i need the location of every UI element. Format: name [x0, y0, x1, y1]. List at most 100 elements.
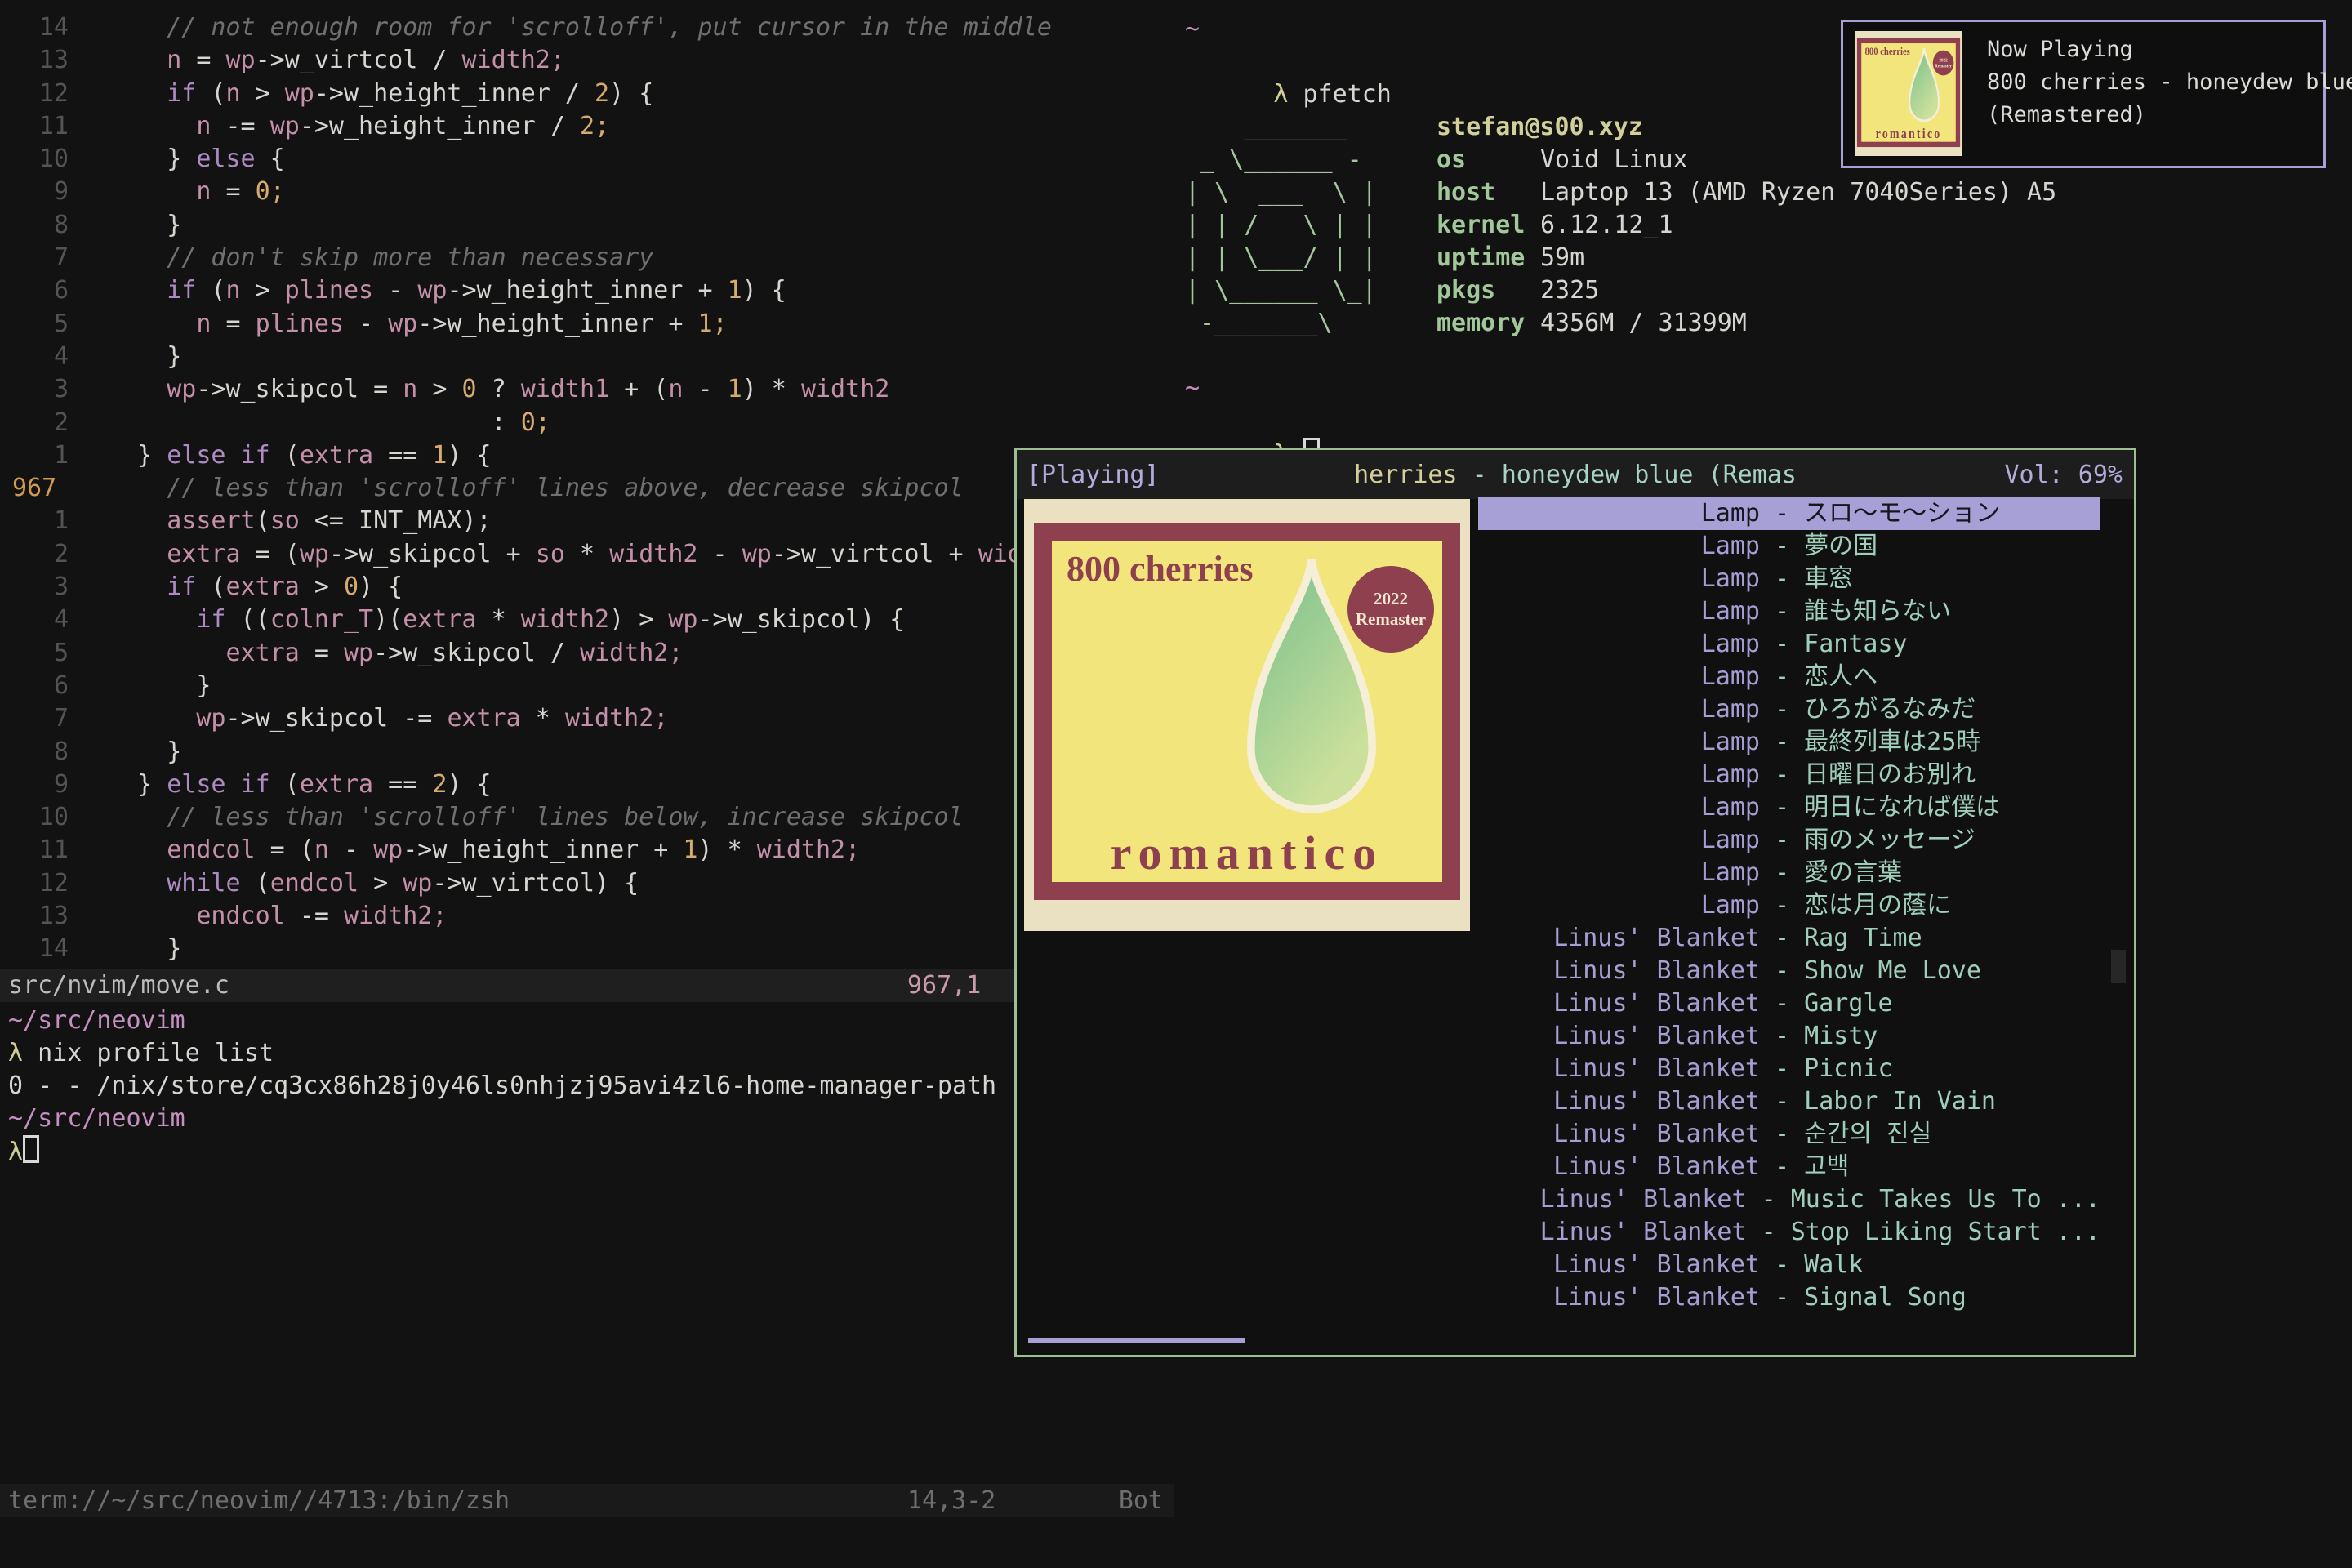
code-line[interactable]: 4 } [0, 341, 1174, 373]
playlist-row[interactable]: Lamp - 夢の国 [1478, 530, 2100, 563]
playlist-row[interactable]: Lamp - 日曜日のお別れ [1478, 759, 2100, 791]
playlist-row[interactable]: Lamp - 車窓 [1478, 563, 2100, 595]
track-title: - 恋は月の蔭に [1760, 889, 1951, 922]
code-line[interactable]: 10 // less than 'scrolloff' lines below,… [0, 801, 1174, 834]
code-line[interactable]: 6 if (n > plines - wp->w_height_inner + … [0, 274, 1174, 307]
playlist-scrollbar-thumb[interactable] [2111, 950, 2126, 983]
playlist-row[interactable]: Linus' Blanket - 순간의 진실 [1478, 1118, 2100, 1151]
track-title: - 誰も知らない [1760, 595, 1951, 628]
code-line[interactable]: 13 n = wp->w_virtcol / width2; [0, 44, 1174, 77]
code-line[interactable]: 9 } else if (extra == 2) { [0, 768, 1174, 801]
void-linux-ascii-logo: _______ [1185, 111, 1437, 144]
code-line[interactable]: 9 n = 0; [0, 176, 1174, 208]
code-line[interactable]: 1 assert(so <= INT_MAX); [0, 505, 1174, 537]
playlist-row[interactable]: Linus' Blanket - Rag Time [1478, 922, 2100, 955]
relative-line-number: 4 [0, 341, 108, 373]
pfetch-command: pfetch [1303, 80, 1392, 109]
now-playing-notification[interactable]: 800 cherries 2022 Remaster [1841, 20, 2326, 168]
void-linux-ascii-logo: | \______ \_| [1185, 274, 1437, 307]
code-area[interactable]: 14 // not enough room for 'scrolloff', p… [0, 11, 1174, 966]
playlist-row[interactable]: Lamp - 雨のメッセージ [1478, 824, 2100, 857]
volume-indicator[interactable]: Vol: 69% [2005, 461, 2123, 489]
track-title: - Gargle [1760, 987, 1893, 1020]
playlist-row[interactable]: Linus' Blanket - Gargle [1478, 987, 2100, 1020]
playlist-row[interactable]: Linus' Blanket - Walk [1478, 1249, 2100, 1281]
player-header: [Playing] herries - honeydew blue (Remas… [1017, 450, 2134, 499]
playlist-row[interactable]: Lamp - 恋は月の蔭に [1478, 889, 2100, 922]
playlist-row[interactable]: Linus' Blanket - Show Me Love [1478, 955, 2100, 987]
terminal-scroll-position: Bot [1119, 1486, 1163, 1515]
teardrop-icon [1230, 553, 1393, 840]
notification-text: Now Playing 800 cherries - honeydew blue… [1987, 33, 2352, 131]
playlist-row[interactable]: Linus' Blanket - Picnic [1478, 1053, 2100, 1085]
code-line[interactable]: 8 } [0, 209, 1174, 242]
track-title: - 日曜日のお別れ [1760, 759, 1976, 791]
track-artist: Lamp [1478, 726, 1760, 759]
playlist-row[interactable]: Lamp - 愛の言葉 [1478, 857, 2100, 889]
code-line[interactable]: 11 n -= wp->w_height_inner / 2; [0, 110, 1174, 143]
relative-line-number: 6 [0, 274, 108, 307]
left-terminal[interactable]: ~/src/neovimλ nix profile list0 - - /nix… [8, 1004, 996, 1168]
code-line[interactable]: 7 wp->w_skipcol -= extra * width2; [0, 702, 1174, 735]
playlist-row-selected[interactable]: Lamp - スロ〜モ〜ション [1478, 497, 2100, 530]
code-line[interactable]: 12 if (n > wp->w_height_inner / 2) { [0, 78, 1174, 110]
code-line[interactable]: 2 extra = (wp->w_skipcol + so * width2 -… [0, 538, 1174, 571]
relative-line-number: 13 [0, 900, 108, 933]
code-line[interactable]: 10 } else { [0, 143, 1174, 176]
playlist-row[interactable]: Linus' Blanket - 고백 [1478, 1151, 2100, 1183]
code-line[interactable]: 5 extra = wp->w_skipcol / width2; [0, 637, 1174, 670]
track-title: - 雨のメッセージ [1760, 824, 1976, 857]
relative-line-number: 3 [0, 571, 108, 604]
code-line[interactable]: 8 } [0, 736, 1174, 768]
code-line[interactable]: 12 while (endcol > wp->w_virtcol) { [0, 867, 1174, 900]
track-artist: Linus' Blanket [1478, 955, 1760, 987]
relative-line-number: 3 [0, 373, 108, 406]
code-line[interactable]: 11 endcol = (n - wp->w_height_inner + 1)… [0, 834, 1174, 866]
playlist-row[interactable]: Lamp - 誰も知らない [1478, 595, 2100, 628]
track-artist: Linus' Blanket [1478, 922, 1760, 955]
notification-track: 800 cherries - honeydew blue [1987, 66, 2352, 99]
album-title-text: romantico [1052, 826, 1442, 880]
code-line[interactable]: 6 } [0, 670, 1174, 702]
playlist-row[interactable]: Lamp - Fantasy [1478, 628, 2100, 661]
music-player-window[interactable]: [Playing] herries - honeydew blue (Remas… [1014, 448, 2136, 1357]
desktop: 14 // not enough room for 'scrolloff', p… [0, 0, 2352, 1568]
playlist-row[interactable]: Lamp - ひろがるなみだ [1478, 693, 2100, 726]
pfetch-row: | | \___/ | |uptime59m [1185, 242, 2056, 274]
code-line[interactable]: 5 n = plines - wp->w_height_inner + 1; [0, 308, 1174, 341]
code-line[interactable]: 13 endcol -= width2; [0, 900, 1174, 933]
playlist-row[interactable]: Linus' Blanket - Stop Liking Start ... [1478, 1216, 2100, 1249]
playlist-row[interactable]: Lamp - 恋人へ [1478, 661, 2100, 693]
pfetch-value: 2325 [1540, 274, 1599, 307]
code-line[interactable]: 2 : 0; [0, 407, 1174, 439]
code-line[interactable]: 7 // don't skip more than necessary [0, 242, 1174, 274]
track-title: - Picnic [1760, 1053, 1893, 1085]
relative-line-number: 7 [0, 702, 108, 735]
pfetch-value: 59m [1540, 242, 1584, 274]
code-line[interactable]: 3 if (extra > 0) { [0, 571, 1174, 604]
pfetch-row: | | / \ | |kernel6.12.12_1 [1185, 209, 2056, 242]
playlist-row[interactable]: Linus' Blanket - Music Takes Us To ... [1478, 1183, 2100, 1216]
code-line[interactable]: 967 // less than 'scrolloff' lines above… [0, 472, 1174, 505]
code-line[interactable]: 14 // not enough room for 'scrolloff', p… [0, 11, 1174, 44]
code-line[interactable]: 3 wp->w_skipcol = n > 0 ? width1 + (n - … [0, 373, 1174, 406]
playlist-row[interactable]: Lamp - 最終列車は25時 [1478, 726, 2100, 759]
track-title: - 愛の言葉 [1760, 857, 1902, 889]
playlist-row[interactable]: Lamp - 明日になれば僕は [1478, 791, 2100, 824]
code-line[interactable]: 14 } [0, 933, 1174, 965]
track-title: - スロ〜モ〜ション [1760, 497, 2000, 530]
track-progress-bar[interactable] [1028, 1338, 1245, 1343]
playlist-row[interactable]: Linus' Blanket - Labor In Vain [1478, 1085, 2100, 1118]
track-artist: Lamp [1478, 857, 1760, 889]
track-title: - Fantasy [1760, 628, 1908, 661]
notification-title: Now Playing [1987, 33, 2352, 66]
playlist[interactable]: Lamp - スロ〜モ〜ションLamp - 夢の国Lamp - 車窓Lamp -… [1478, 497, 2100, 1314]
terminal-line: λ [8, 1135, 996, 1168]
track-artist: Linus' Blanket [1478, 1151, 1760, 1183]
playlist-row[interactable]: Linus' Blanket - Misty [1478, 1020, 2100, 1053]
track-artist: Lamp [1478, 693, 1760, 726]
playlist-row[interactable]: Linus' Blanket - Signal Song [1478, 1281, 2100, 1314]
code-line[interactable]: 1 } else if (extra == 1) { [0, 439, 1174, 472]
notification-track-suffix: (Remastered) [1987, 99, 2352, 131]
code-line[interactable]: 4 if ((colnr_T)(extra * width2) > wp->w_… [0, 604, 1174, 636]
